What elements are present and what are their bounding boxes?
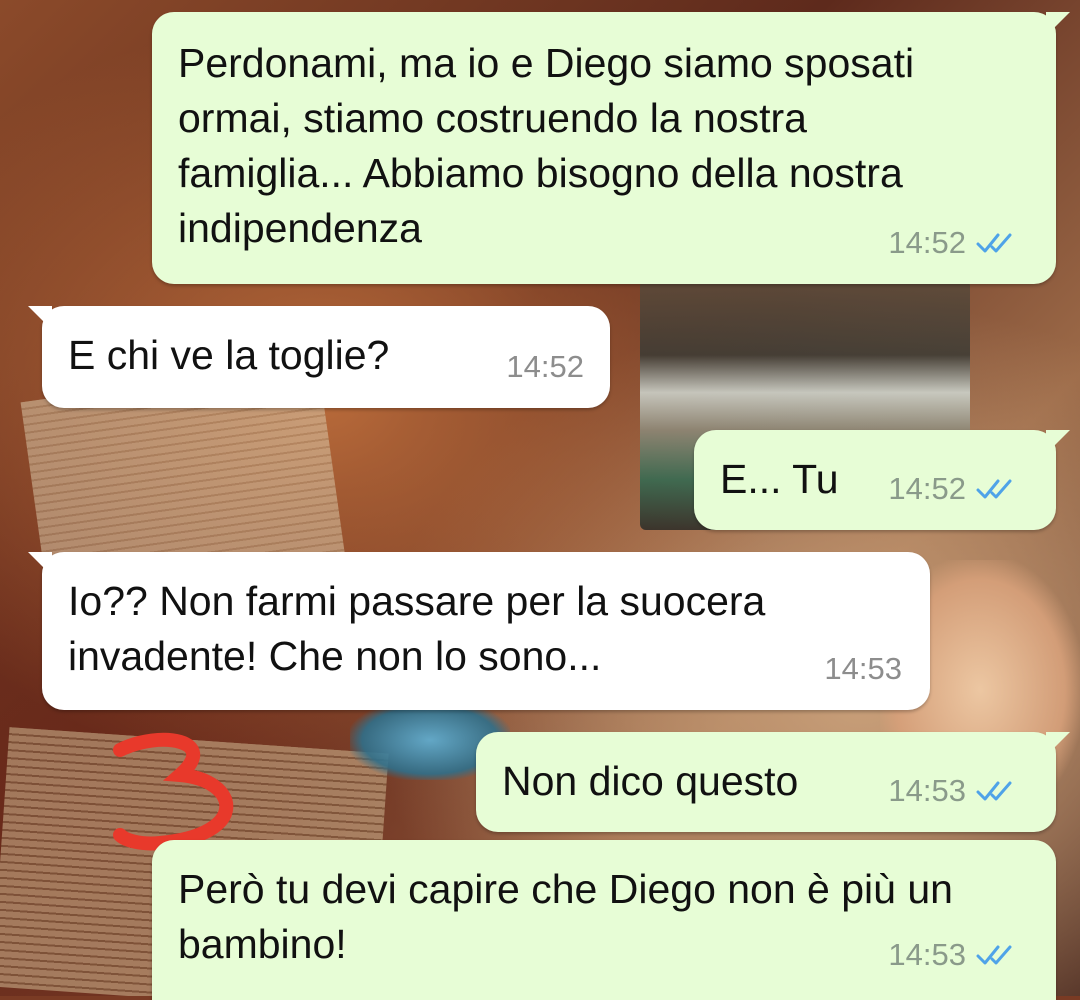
message-text: Io?? Non farmi passare per la suocera in… xyxy=(68,578,766,679)
message-bubble-outgoing[interactable]: Non dico questo 14:53 xyxy=(476,732,1070,832)
bubble-tail xyxy=(1046,732,1070,756)
message-text: E... Tu xyxy=(720,456,839,502)
message-bubble-outgoing[interactable]: Perdonami, ma io e Diego siamo sposati o… xyxy=(152,12,1070,284)
double-check-icon xyxy=(976,477,1016,501)
message-time: 14:53 xyxy=(888,937,966,972)
message-meta: 14:52 xyxy=(888,215,1016,270)
message-text: E chi ve la toglie? xyxy=(68,332,390,378)
bubble-tail xyxy=(28,306,52,330)
bubble-tail xyxy=(28,552,52,576)
message-meta: 14:52 xyxy=(506,339,584,394)
message-meta: 14:53 xyxy=(824,641,902,696)
handwritten-three-annotation xyxy=(113,732,234,851)
bubble-tail xyxy=(1046,430,1070,454)
message-time: 14:53 xyxy=(888,773,966,808)
double-check-icon xyxy=(976,779,1016,803)
message-time: 14:52 xyxy=(888,471,966,506)
double-check-icon xyxy=(976,943,1016,967)
message-meta: 14:53 xyxy=(888,927,1016,982)
message-time: 14:52 xyxy=(888,225,966,260)
message-text: Perdonami, ma io e Diego siamo sposati o… xyxy=(178,40,915,251)
message-time: 14:53 xyxy=(824,651,902,686)
double-check-icon xyxy=(976,231,1016,255)
message-meta: 14:53 xyxy=(888,763,1016,818)
message-time: 14:52 xyxy=(506,349,584,384)
message-meta: 14:52 xyxy=(888,461,1016,516)
bubble-tail xyxy=(1046,12,1070,36)
message-text: Non dico questo xyxy=(502,758,799,804)
message-bubble-outgoing[interactable]: E... Tu 14:52 xyxy=(694,430,1070,530)
message-bubble-incoming[interactable]: E chi ve la toglie? 14:52 xyxy=(28,306,610,408)
message-bubble-outgoing[interactable]: Però tu devi capire che Diego non è più … xyxy=(152,840,1056,1000)
message-bubble-incoming[interactable]: Io?? Non farmi passare per la suocera in… xyxy=(28,552,930,710)
